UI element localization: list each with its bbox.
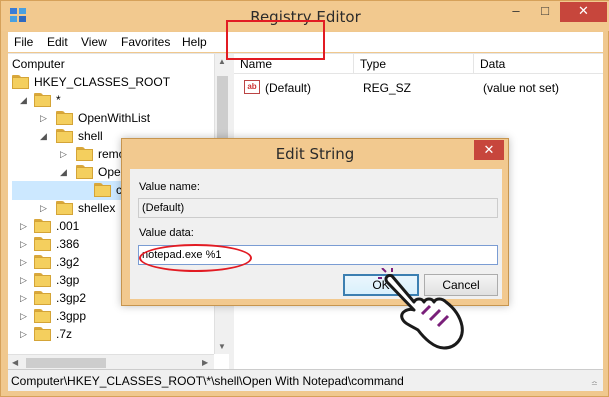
tree-item-label: .3gp — [56, 273, 80, 287]
status-bar: Computer\HKEY_CLASSES_ROOT\*\shell\Open … — [8, 369, 603, 391]
collapse-arrow-icon[interactable]: ◢ — [20, 95, 30, 105]
tree-item-label: shell — [78, 129, 103, 143]
expand-arrow-icon[interactable]: ▷ — [20, 239, 30, 249]
pointing-hand-icon — [378, 268, 464, 350]
expand-arrow-icon[interactable]: ▷ — [20, 221, 30, 231]
expand-arrow-icon[interactable]: ▷ — [20, 275, 30, 285]
dialog-close-button[interactable]: ✕ — [474, 140, 504, 160]
folder-icon — [56, 200, 73, 215]
tree-item-label: .7z — [56, 327, 73, 341]
value-name-label: Value name: — [139, 181, 200, 193]
folder-icon — [34, 236, 51, 251]
expand-arrow-icon[interactable]: ▷ — [40, 113, 50, 123]
tree-item-label: .386 — [56, 237, 80, 251]
folder-icon — [56, 128, 73, 143]
column-header-type[interactable]: Type — [354, 54, 474, 74]
ab-string-icon: ab — [244, 80, 260, 94]
folder-icon — [34, 326, 51, 341]
maximize-button[interactable]: □ — [531, 2, 559, 22]
tree-item-label: .001 — [56, 219, 80, 233]
folder-icon — [56, 110, 73, 125]
scroll-down-arrow-icon[interactable]: ▼ — [218, 342, 226, 351]
highlight-box — [226, 20, 325, 60]
scroll-left-arrow-icon[interactable]: ◀ — [12, 358, 18, 367]
tree-horizontal-scrollbar[interactable]: ◀ ▶ — [8, 354, 214, 370]
menu-favorites[interactable]: Favorites — [121, 35, 170, 49]
scroll-right-arrow-icon[interactable]: ▶ — [202, 358, 208, 367]
scroll-up-arrow-icon[interactable]: ▲ — [218, 57, 226, 66]
highlight-ellipse — [139, 244, 252, 272]
value-name-field: (Default) — [138, 198, 498, 218]
expand-arrow-icon[interactable]: ▷ — [20, 257, 30, 267]
column-header-data[interactable]: Data — [474, 54, 603, 74]
folder-icon — [34, 218, 51, 233]
value-data-label: Value data: — [139, 227, 194, 239]
folder-icon — [12, 74, 29, 89]
menu-edit[interactable]: Edit — [47, 35, 68, 49]
folder-icon — [76, 146, 93, 161]
folder-icon — [34, 290, 51, 305]
menu-view[interactable]: View — [81, 35, 107, 49]
tree-item-label: .3gp2 — [56, 291, 87, 305]
expand-arrow-icon[interactable]: ▷ — [20, 329, 30, 339]
tree-item-label: .3gpp — [56, 309, 87, 323]
value-type: REG_SZ — [363, 81, 412, 95]
collapse-arrow-icon[interactable]: ◢ — [40, 131, 50, 141]
tree-item-label: shellex — [78, 201, 116, 215]
folder-icon — [76, 164, 93, 179]
tree-item-label: HKEY_CLASSES_ROOT — [34, 75, 171, 89]
folder-icon — [34, 308, 51, 323]
tree-item-label: OpenWithList — [78, 111, 151, 125]
expand-arrow-icon[interactable]: ▷ — [20, 293, 30, 303]
tree-item-label: * — [56, 93, 61, 107]
tree-item-label: Computer — [12, 57, 65, 71]
value-name: (Default) — [265, 81, 312, 95]
tree-item-label: .3g2 — [56, 255, 80, 269]
expand-arrow-icon[interactable]: ▷ — [60, 149, 70, 159]
value-data: (value not set) — [483, 81, 560, 95]
expand-arrow-icon[interactable]: ▷ — [40, 203, 50, 213]
dialog-title: Edit String — [275, 145, 355, 163]
folder-icon — [34, 254, 51, 269]
folder-icon — [34, 92, 51, 107]
status-path: Computer\HKEY_CLASSES_ROOT\*\shell\Open … — [11, 374, 404, 388]
folder-icon — [94, 182, 111, 197]
minimize-button[interactable]: – — [502, 2, 530, 22]
expand-arrow-icon[interactable]: ▷ — [20, 311, 30, 321]
scroll-thumb[interactable] — [26, 358, 106, 368]
resize-grip-icon[interactable]: ≏ — [591, 379, 601, 389]
menu-file[interactable]: File — [14, 35, 33, 49]
folder-icon — [34, 272, 51, 287]
close-button[interactable]: ✕ — [560, 2, 607, 22]
collapse-arrow-icon[interactable]: ◢ — [60, 167, 70, 177]
menu-help[interactable]: Help — [182, 35, 207, 49]
